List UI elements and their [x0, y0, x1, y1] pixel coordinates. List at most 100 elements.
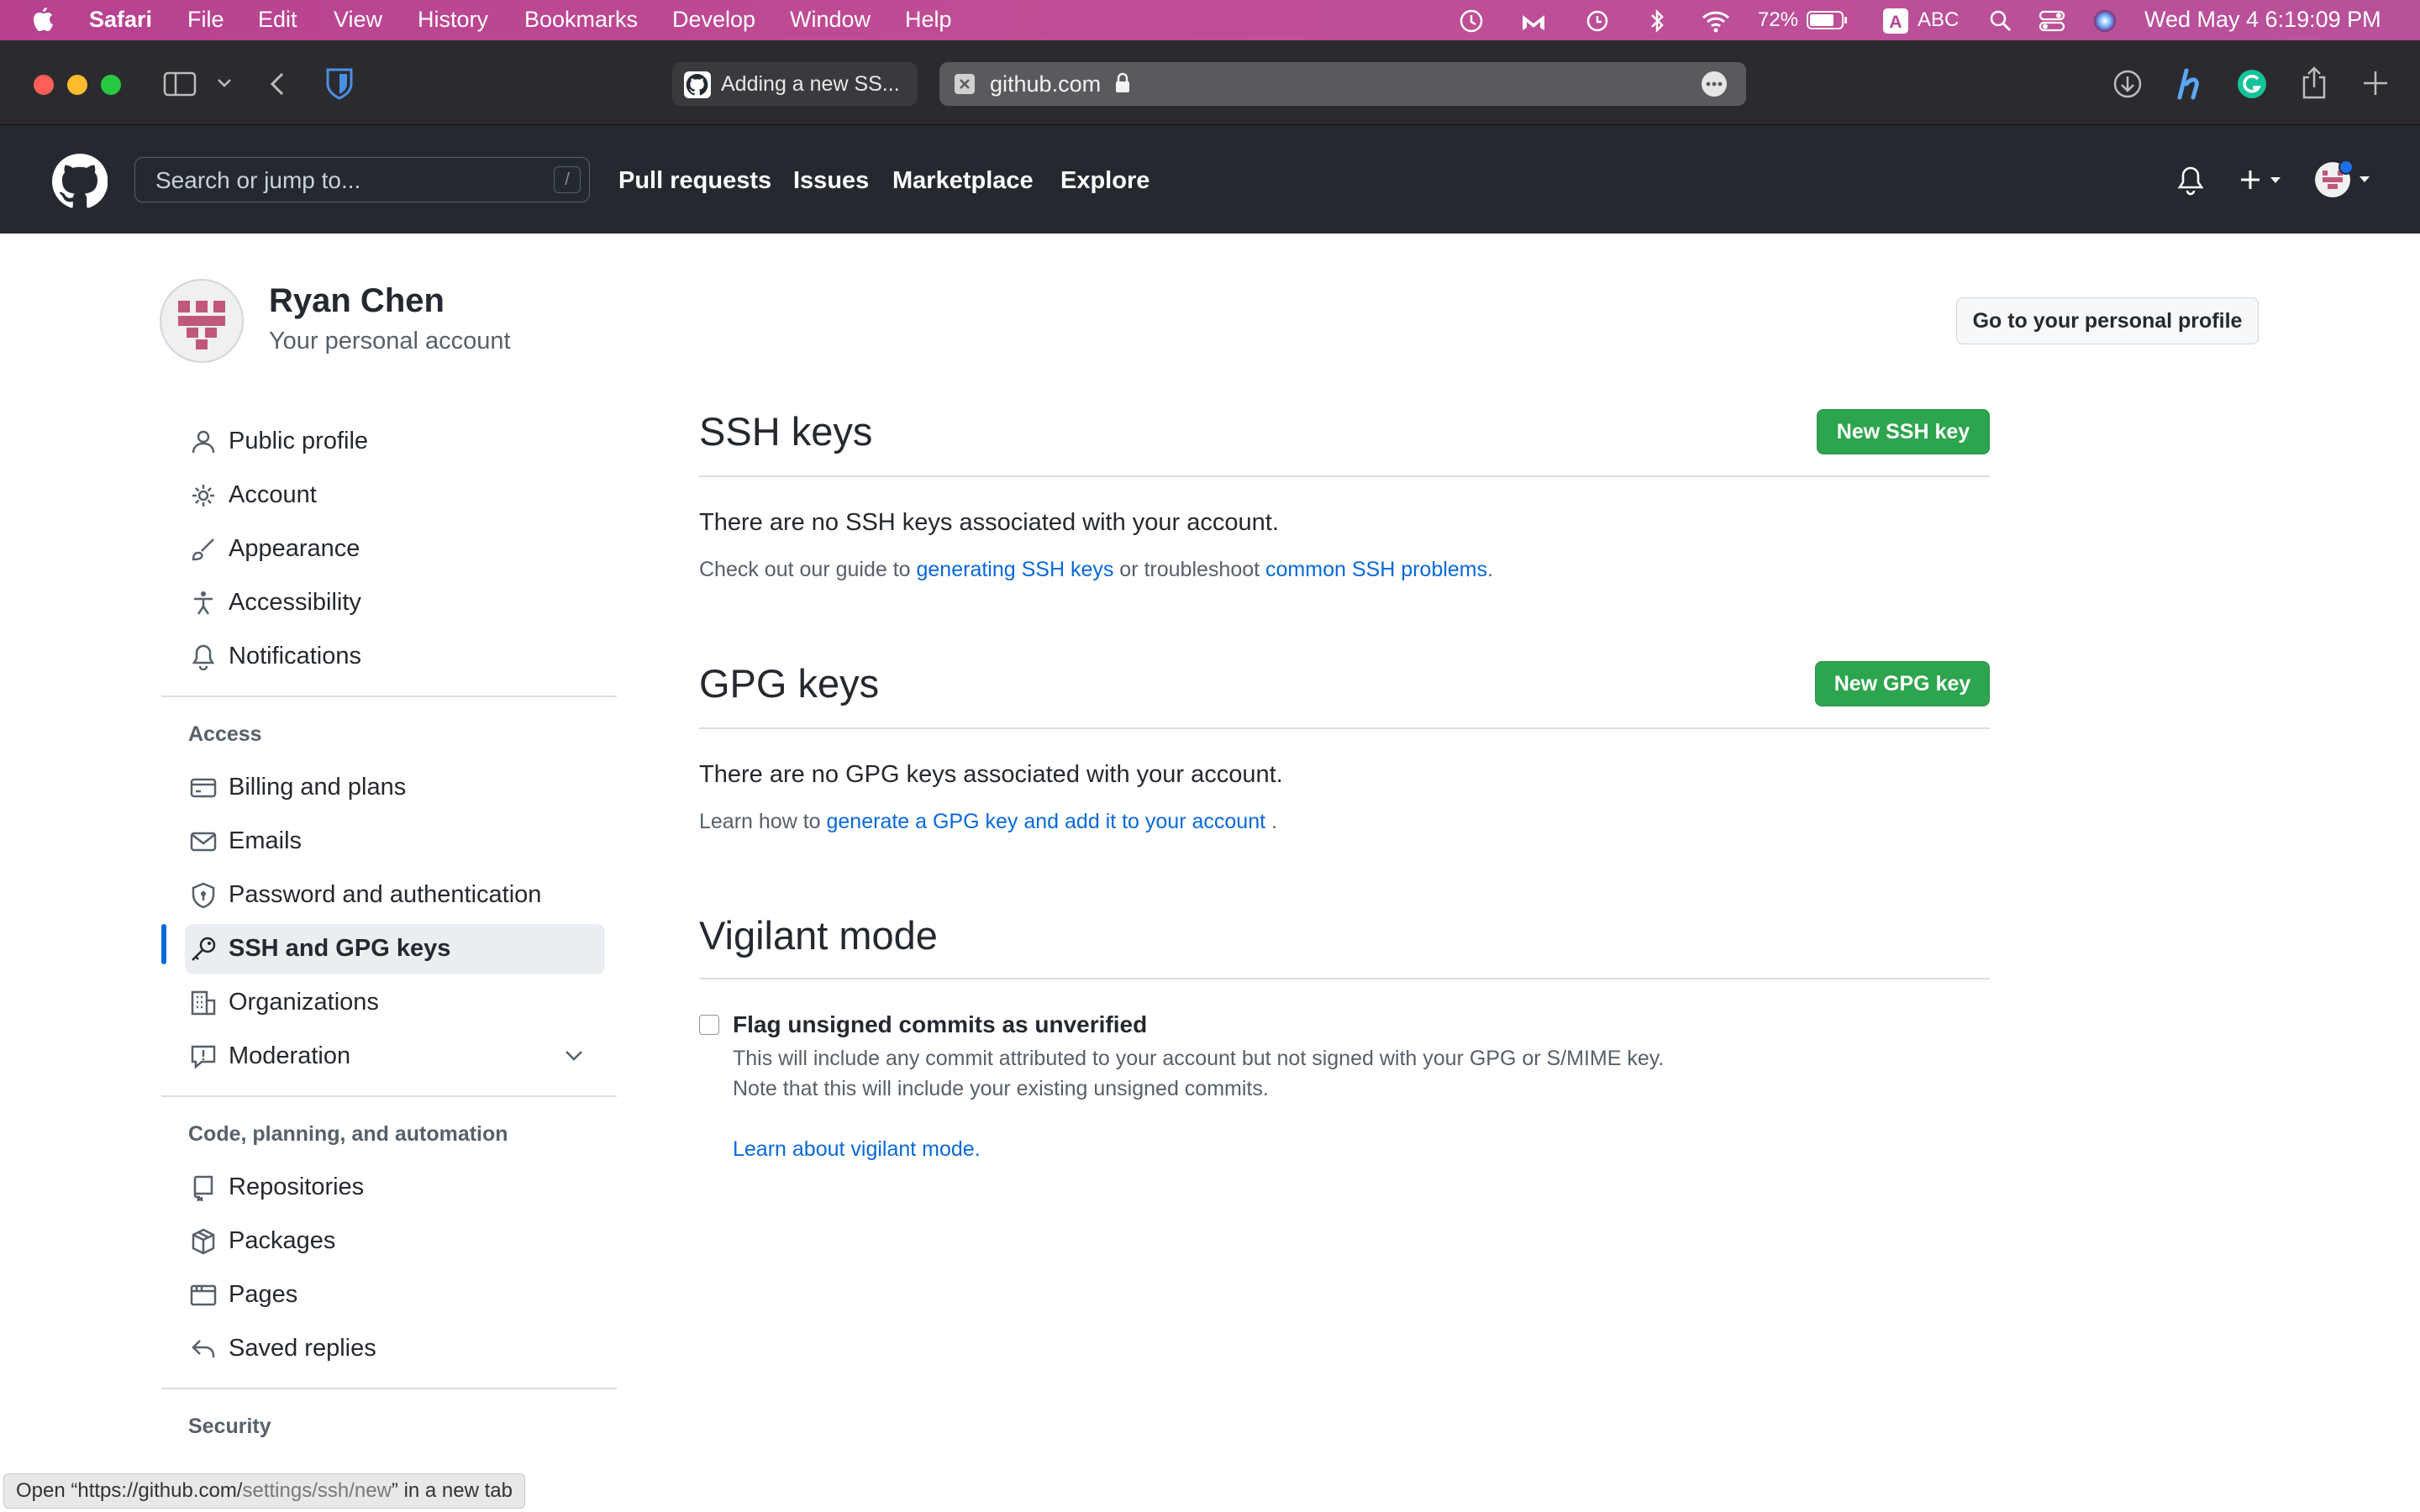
share-icon[interactable]: [2301, 66, 2328, 99]
sidebar-item-accessibility[interactable]: Accessibility: [185, 578, 605, 628]
go-to-profile-button[interactable]: Go to your personal profile: [1956, 297, 2259, 344]
sidebar-item-label: Packages: [229, 1227, 336, 1254]
sidebar-item-emails[interactable]: Emails: [185, 816, 605, 867]
chevron-down-icon[interactable]: [565, 1050, 583, 1062]
search-input[interactable]: Search or jump to... /: [134, 157, 590, 202]
new-ssh-key-button[interactable]: New SSH key: [1817, 409, 1990, 454]
profile-subtitle: Your personal account: [269, 328, 511, 354]
control-center-icon[interactable]: [2039, 8, 2065, 34]
sidebar-item-label: Accessibility: [229, 589, 361, 616]
bitwarden-shield-icon[interactable]: [324, 67, 355, 101]
menu-file[interactable]: File: [187, 7, 224, 33]
sidebar-item-organizations[interactable]: Organizations: [185, 978, 605, 1028]
bell-icon[interactable]: [2176, 165, 2205, 196]
honey-extension-icon[interactable]: [2175, 67, 2203, 101]
sidebar-item-password-authentication[interactable]: Password and authentication: [185, 870, 605, 921]
generate-gpg-key-link[interactable]: generate a GPG key and add it to your ac…: [827, 810, 1266, 833]
sidebar-item-moderation[interactable]: Moderation: [185, 1032, 605, 1082]
input-source-icon[interactable]: A: [1882, 8, 1909, 34]
sidebar-item-label: Emails: [229, 827, 302, 854]
sidebar-item-billing[interactable]: Billing and plans: [185, 763, 605, 813]
back-icon[interactable]: [267, 71, 287, 97]
menu-clock[interactable]: Wed May 4 6:19:09 PM: [2144, 7, 2381, 33]
ssh-section-divider: [699, 475, 1990, 477]
chevron-down-icon[interactable]: [217, 77, 232, 89]
menu-app-name[interactable]: Safari: [89, 7, 152, 33]
ssh-empty-message: There are no SSH keys associated with yo…: [699, 509, 1279, 536]
address-bar[interactable]: github.com: [939, 62, 1746, 106]
spotlight-icon[interactable]: [1988, 8, 2013, 34]
menu-history[interactable]: History: [418, 7, 488, 33]
create-new-plus-icon[interactable]: [2238, 167, 2289, 192]
screen-time-icon[interactable]: [1459, 8, 1484, 34]
ssh-keys-heading: SSH keys: [699, 409, 873, 454]
person-icon: [190, 428, 217, 455]
downloads-icon[interactable]: [2112, 69, 2143, 99]
sidebar-item-label: Pages: [229, 1281, 298, 1308]
bell-icon: [190, 643, 217, 670]
user-avatar-menu[interactable]: [2312, 159, 2376, 201]
new-gpg-key-button[interactable]: New GPG key: [1815, 661, 1990, 706]
siri-icon[interactable]: [2092, 8, 2118, 34]
common-ssh-problems-link[interactable]: common SSH problems: [1265, 558, 1487, 581]
menu-bookmarks[interactable]: Bookmarks: [524, 7, 638, 33]
menu-edit[interactable]: Edit: [258, 7, 297, 33]
sidebar-item-appearance[interactable]: Appearance: [185, 524, 605, 575]
repo-icon: [190, 1174, 217, 1201]
menu-view[interactable]: View: [334, 7, 382, 33]
sidebar-item-pages[interactable]: Pages: [185, 1270, 605, 1320]
zoom-window-button[interactable]: [101, 75, 121, 95]
sidebar-heading-security: Security: [188, 1415, 271, 1438]
more-options-icon[interactable]: [1701, 71, 1728, 97]
github-favicon-icon: [684, 71, 711, 98]
sidebar-toggle-icon[interactable]: [163, 71, 197, 97]
close-window-button[interactable]: [34, 75, 54, 95]
settings-page: Ryan Chen Your personal account Go to yo…: [0, 234, 2420, 1512]
time-machine-icon[interactable]: [1585, 8, 1610, 34]
sidebar-item-label: Public profile: [229, 428, 369, 454]
gpg-learn-prefix: Learn how to: [699, 810, 827, 833]
menu-develop[interactable]: Develop: [672, 7, 755, 33]
github-logo-icon[interactable]: [52, 154, 108, 209]
wifi-icon[interactable]: [1701, 8, 1731, 34]
sidebar-item-saved-replies[interactable]: Saved replies: [185, 1324, 605, 1374]
browser-tab-inactive[interactable]: Adding a new SS...: [672, 62, 918, 106]
address-text[interactable]: github.com: [990, 71, 1101, 97]
menu-window[interactable]: Window: [790, 7, 871, 33]
reply-icon: [190, 1336, 217, 1362]
credit-card-icon: [190, 774, 217, 801]
selected-indicator: [161, 924, 166, 964]
minimize-window-button[interactable]: [67, 75, 87, 95]
search-placeholder: Search or jump to...: [155, 167, 361, 193]
nav-explore[interactable]: Explore: [1060, 167, 1150, 195]
vigilant-mode-checkbox[interactable]: [699, 1015, 719, 1035]
search-shortcut-hint: /: [554, 166, 581, 193]
sidebar-item-repositories[interactable]: Repositories: [185, 1163, 605, 1213]
nav-marketplace[interactable]: Marketplace: [892, 167, 1034, 195]
generating-ssh-keys-link[interactable]: generating SSH keys: [917, 558, 1114, 581]
sidebar-item-packages[interactable]: Packages: [185, 1216, 605, 1267]
vigilant-description-line1: This will include any commit attributed …: [733, 1047, 1665, 1070]
vigilant-section-divider: [699, 978, 1990, 979]
status-path: settings/ssh/new: [242, 1479, 392, 1502]
status-prefix: Open “https://github.com/: [16, 1479, 243, 1502]
mail-icon: [190, 828, 217, 855]
apple-icon[interactable]: [32, 6, 55, 33]
sidebar-item-account[interactable]: Account: [185, 470, 605, 521]
nav-issues[interactable]: Issues: [793, 167, 869, 195]
bluetooth-icon[interactable]: [1649, 8, 1665, 34]
battery-icon[interactable]: [1807, 10, 1849, 30]
sidebar-item-public-profile[interactable]: Public profile: [185, 417, 605, 467]
report-icon: [190, 1043, 217, 1070]
learn-vigilant-mode-link[interactable]: Learn about vigilant mode.: [733, 1137, 981, 1162]
sidebar-item-notifications[interactable]: Notifications: [185, 632, 605, 682]
nav-pull-requests[interactable]: Pull requests: [618, 167, 771, 195]
new-tab-icon[interactable]: [2361, 69, 2390, 97]
menu-help[interactable]: Help: [905, 7, 952, 33]
grammarly-icon[interactable]: [2237, 69, 2267, 99]
avatar[interactable]: [160, 279, 244, 363]
close-tab-icon[interactable]: [955, 74, 975, 94]
sidebar-item-ssh-gpg-keys[interactable]: SSH and GPG keys: [185, 924, 605, 974]
vigilant-checkbox-label[interactable]: Flag unsigned commits as unverified: [733, 1011, 1147, 1038]
malwarebytes-icon[interactable]: [1519, 8, 1548, 34]
